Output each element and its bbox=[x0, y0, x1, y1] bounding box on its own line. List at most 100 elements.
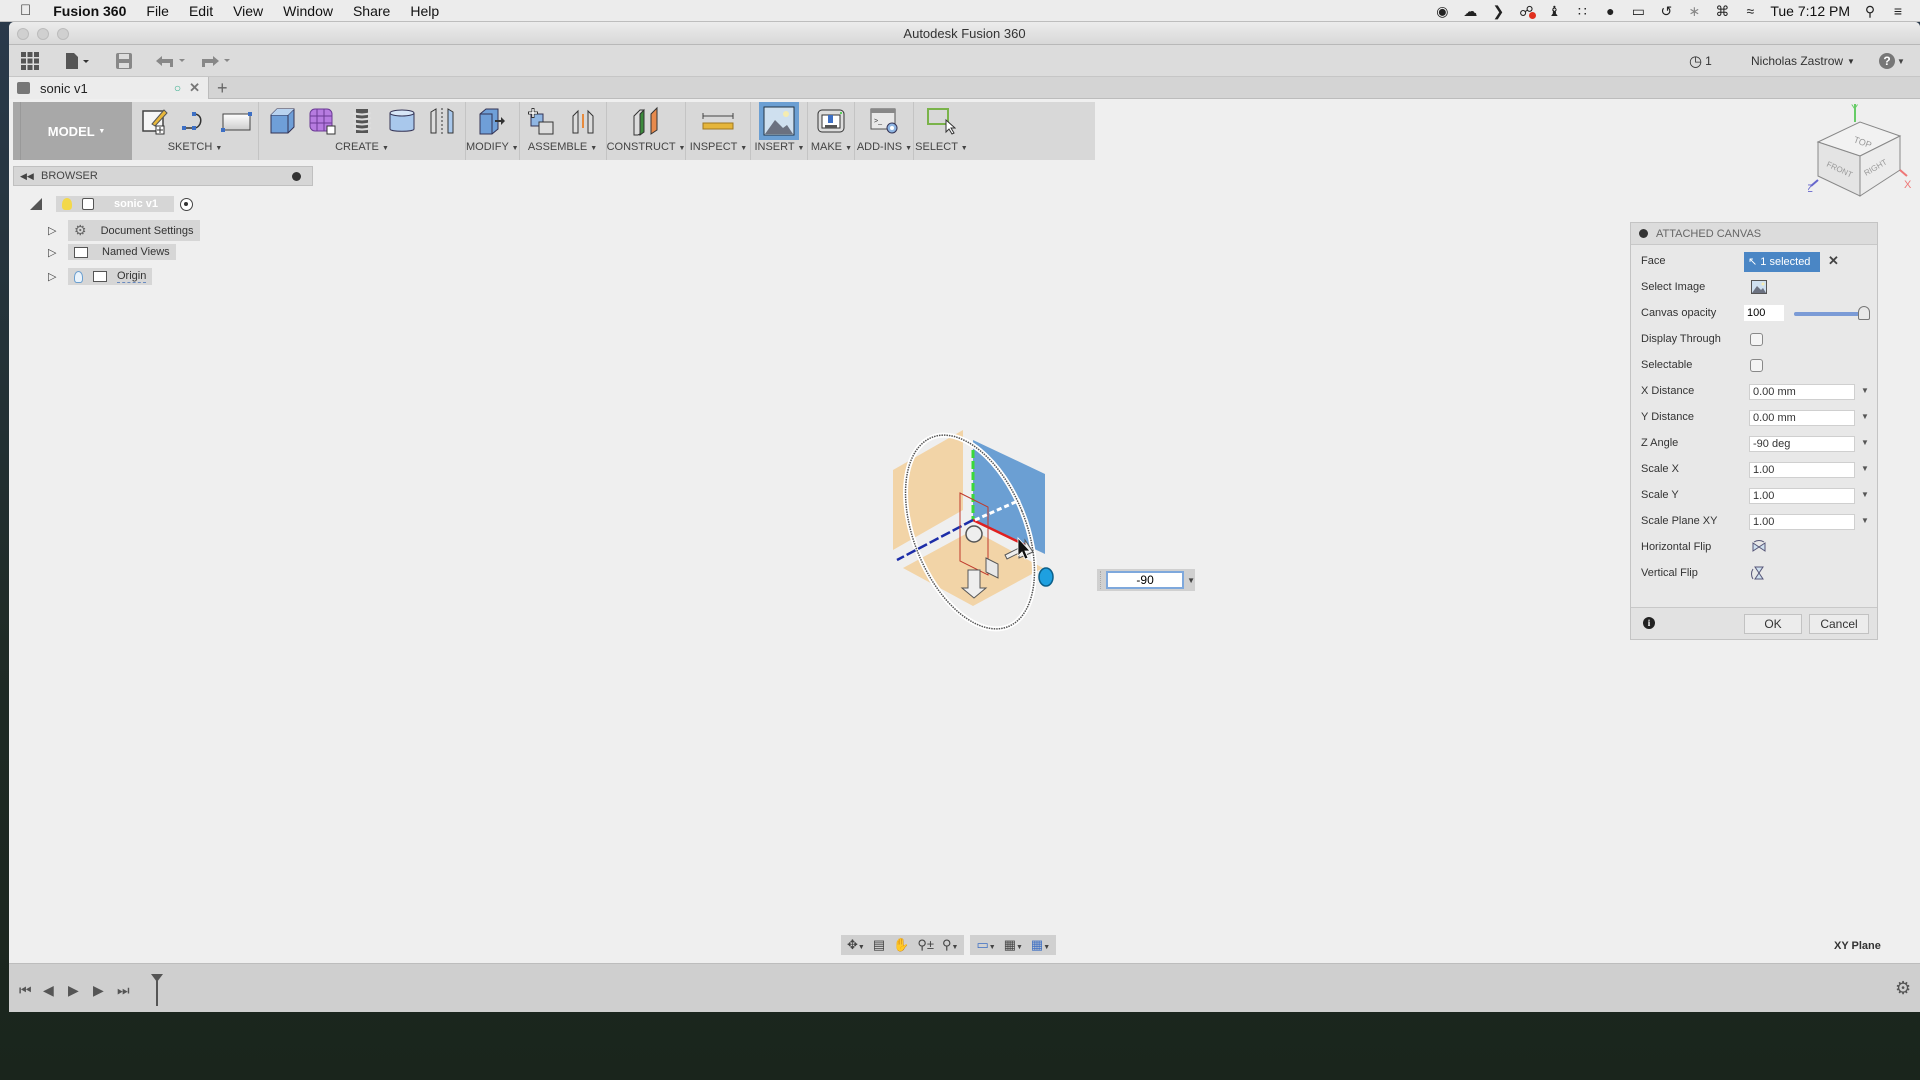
visibility-bulb-icon[interactable] bbox=[62, 198, 72, 210]
browser-item-origin[interactable]: ▷ Origin bbox=[48, 268, 153, 285]
look-at-icon[interactable]: ▤ bbox=[873, 937, 885, 953]
add-ins-menu[interactable]: ADD-INS bbox=[857, 141, 902, 153]
tab-sonic-v1[interactable]: sonic v1 ○ ✕ bbox=[9, 77, 209, 99]
menu-share[interactable]: Share bbox=[343, 3, 400, 19]
save-icon[interactable] bbox=[115, 51, 133, 71]
grid-settings-icon[interactable]: ▦▼ bbox=[1004, 937, 1023, 953]
menu-app-name[interactable]: Fusion 360 bbox=[41, 3, 136, 19]
z-angle-dropdown-icon[interactable]: ▼ bbox=[1861, 438, 1869, 447]
press-pull-icon[interactable] bbox=[477, 106, 507, 136]
insert-menu[interactable]: INSERT bbox=[754, 141, 794, 153]
spline-icon[interactable] bbox=[180, 106, 210, 136]
help-menu[interactable]: ? ▼ bbox=[1879, 51, 1905, 71]
pan-hand-icon[interactable]: ✋ bbox=[893, 937, 909, 953]
browser-item-document-settings[interactable]: ▷ ⚙ Document Settings bbox=[48, 220, 200, 241]
timeline-play-icon[interactable]: ▶ bbox=[68, 982, 79, 999]
scale-x-dropdown-icon[interactable]: ▼ bbox=[1861, 464, 1869, 473]
expand-triangle-icon[interactable]: ▷ bbox=[48, 224, 62, 237]
box-icon[interactable] bbox=[267, 106, 297, 136]
scale-plane-xy-dropdown-icon[interactable]: ▼ bbox=[1861, 516, 1869, 525]
creative-cloud-icon[interactable]: ☍ bbox=[1518, 3, 1537, 19]
data-panel-grid-icon[interactable] bbox=[21, 51, 39, 71]
collapse-browser-icon[interactable]: ◀◀ bbox=[20, 167, 34, 185]
zoom-icon[interactable]: ⚲± bbox=[917, 937, 934, 953]
timeline-settings-gear-icon[interactable]: ⚙ bbox=[1895, 978, 1911, 999]
minimize-window-button[interactable] bbox=[37, 28, 49, 40]
timeline-first-icon[interactable]: ⏮ bbox=[19, 982, 32, 999]
info-icon[interactable]: i bbox=[1643, 617, 1655, 629]
viewcube[interactable]: TOP FRONT RIGHT Y Z X bbox=[1806, 100, 1913, 200]
browser-item-named-views[interactable]: ▷ Named Views bbox=[48, 244, 176, 260]
zoom-window-button[interactable] bbox=[57, 28, 69, 40]
ribbon-grip[interactable] bbox=[13, 102, 21, 160]
cloud-upload-icon[interactable]: ☁ bbox=[1462, 3, 1478, 19]
new-component-icon[interactable] bbox=[527, 106, 558, 136]
activate-radio-icon[interactable] bbox=[180, 197, 194, 211]
chat-bubble-icon[interactable]: ● bbox=[1602, 3, 1618, 19]
collapse-triangle-icon[interactable] bbox=[30, 198, 42, 210]
visibility-bulb-icon[interactable] bbox=[74, 270, 83, 283]
display-settings-icon[interactable]: ▭▼ bbox=[976, 937, 995, 953]
keyboard-icon[interactable]: ⌘ bbox=[1714, 3, 1730, 19]
construct-menu[interactable]: CONSTRUCT bbox=[607, 141, 676, 153]
rectangle-icon[interactable] bbox=[220, 106, 252, 136]
angle-input[interactable] bbox=[1106, 571, 1185, 589]
expand-triangle-icon[interactable]: ▷ bbox=[48, 270, 62, 283]
orbit-icon[interactable]: ✥▼ bbox=[847, 937, 865, 953]
mirror-icon[interactable] bbox=[427, 106, 457, 136]
cancel-button[interactable]: Cancel bbox=[1809, 614, 1869, 634]
scripts-icon[interactable]: >_ bbox=[869, 106, 899, 136]
wifi-icon[interactable]: ≈ bbox=[1742, 3, 1758, 19]
3d-print-icon[interactable] bbox=[816, 106, 846, 136]
z-angle-input[interactable]: -90 deg bbox=[1749, 436, 1855, 452]
ok-button[interactable]: OK bbox=[1744, 614, 1802, 634]
selectable-checkbox[interactable] bbox=[1750, 359, 1763, 372]
notification-list-icon[interactable]: ≡ bbox=[1890, 3, 1906, 19]
menu-edit[interactable]: Edit bbox=[179, 3, 223, 19]
viewports-icon[interactable]: ▦▼ bbox=[1031, 937, 1050, 953]
menu-window[interactable]: Window bbox=[273, 3, 343, 19]
create-menu[interactable]: CREATE bbox=[335, 141, 379, 153]
redo-icon[interactable] bbox=[199, 51, 235, 71]
assemble-menu[interactable]: ASSEMBLE bbox=[528, 141, 587, 153]
y-distance-input[interactable]: 0.00 mm bbox=[1749, 410, 1855, 426]
canvas-manipulator[interactable] bbox=[870, 420, 1200, 640]
make-menu[interactable]: MAKE bbox=[811, 141, 842, 153]
menubar-clock[interactable]: Tue 7:12 PM bbox=[1770, 3, 1850, 19]
expand-triangle-icon[interactable]: ▷ bbox=[48, 246, 62, 259]
horizontal-flip-icon[interactable] bbox=[1751, 540, 1767, 557]
canvas-opacity-slider[interactable] bbox=[1794, 306, 1870, 320]
select-icon[interactable] bbox=[926, 106, 957, 136]
close-tab-icon[interactable]: ✕ bbox=[189, 80, 200, 96]
scale-x-input[interactable]: 1.00 bbox=[1749, 462, 1855, 478]
select-image-button[interactable] bbox=[1751, 280, 1767, 297]
browser-root-item[interactable]: sonic v1 bbox=[30, 196, 194, 212]
select-menu[interactable]: SELECT bbox=[915, 141, 958, 153]
cylinder-icon[interactable] bbox=[387, 106, 417, 136]
new-tab-button[interactable]: + bbox=[217, 77, 228, 99]
grid-dots-icon[interactable]: ∷ bbox=[1574, 3, 1590, 19]
ghost-icon[interactable]: ♝ bbox=[1546, 3, 1562, 19]
time-machine-icon[interactable]: ↺ bbox=[1658, 3, 1674, 19]
canvas-opacity-input[interactable] bbox=[1744, 305, 1784, 321]
y-distance-dropdown-icon[interactable]: ▼ bbox=[1861, 412, 1869, 421]
chevron-icon[interactable]: ❯ bbox=[1490, 3, 1506, 19]
form-icon[interactable] bbox=[307, 106, 337, 136]
offset-plane-icon[interactable] bbox=[631, 106, 661, 136]
undo-icon[interactable] bbox=[154, 51, 190, 71]
vertical-flip-icon[interactable] bbox=[1751, 566, 1767, 583]
timeline-next-icon[interactable]: ▶ bbox=[93, 982, 104, 999]
slider-thumb[interactable] bbox=[1858, 306, 1870, 320]
face-selection-button[interactable]: ↖ 1 selected bbox=[1744, 252, 1820, 272]
attached-canvas-icon[interactable] bbox=[759, 102, 800, 140]
inspect-menu[interactable]: INSPECT bbox=[690, 141, 737, 153]
bluetooth-icon[interactable]: ∗ bbox=[1686, 3, 1702, 19]
user-menu[interactable]: Nicholas Zastrow ▼ bbox=[1751, 51, 1855, 71]
spotlight-icon[interactable]: ⚲ bbox=[1862, 3, 1878, 19]
measure-icon[interactable] bbox=[700, 106, 736, 136]
fit-icon[interactable]: ⚲▼ bbox=[942, 937, 958, 953]
display-through-checkbox[interactable] bbox=[1750, 333, 1763, 346]
close-window-button[interactable] bbox=[17, 28, 29, 40]
scale-y-input[interactable]: 1.00 bbox=[1749, 488, 1855, 504]
timeline-marker[interactable] bbox=[151, 974, 163, 1006]
